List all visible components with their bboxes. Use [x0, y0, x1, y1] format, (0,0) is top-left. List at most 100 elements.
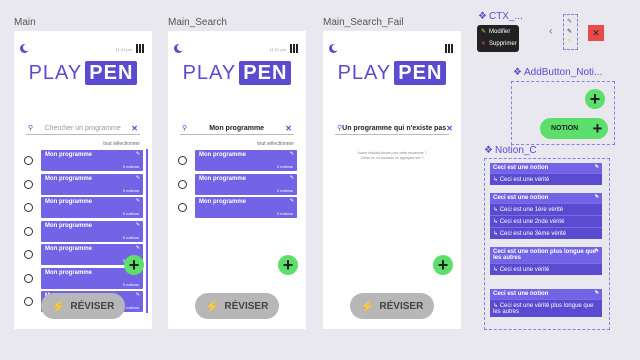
- logo: PLAY PEN: [323, 61, 461, 85]
- list-item[interactable]: Mon programme ✎ 0 notions: [176, 196, 300, 220]
- list-item[interactable]: Mon programme ✎ 0 notions: [22, 220, 146, 244]
- program-title: Mon programme: [45, 269, 93, 276]
- add-program-button[interactable]: +: [278, 255, 298, 275]
- pencil-icon[interactable]: ✎: [136, 175, 140, 181]
- search-input[interactable]: ⚲ Mon programme ✕: [180, 122, 294, 135]
- close-icon[interactable]: ✕: [588, 25, 604, 41]
- phone-main: 11:01 pm PLAY PEN ⚲ Chercher un programme…: [14, 31, 152, 329]
- select-all-link[interactable]: tout sélectionner: [257, 141, 294, 147]
- close-icon[interactable]: ✕: [446, 124, 453, 133]
- select-radio[interactable]: [24, 250, 33, 259]
- ctx-component-label: ❖ CTX_...: [478, 11, 523, 22]
- program-card[interactable]: Mon programme ✎ 0 notions: [195, 150, 297, 171]
- select-radio[interactable]: [24, 226, 33, 236]
- program-card[interactable]: Mon programme ✎ 0 notions: [41, 150, 143, 171]
- search-input[interactable]: ⚲ Chercher un programme ✕: [26, 122, 140, 135]
- pencil-icon[interactable]: ✎: [595, 164, 599, 170]
- list-item[interactable]: Mon programme ✎ 0 notions: [176, 149, 300, 173]
- program-title: Mon programme: [45, 152, 93, 158]
- program-title: Mon programme: [45, 175, 93, 182]
- pencil-icon[interactable]: ✎: [136, 245, 140, 251]
- frame-label-fail: Main_Search_Fail: [323, 17, 404, 28]
- context-menu: ✎ Modifier ✕ Supprimer: [477, 25, 519, 52]
- notion-count: 0 notions: [276, 211, 293, 216]
- select-radio[interactable]: [24, 297, 33, 306]
- select-radio[interactable]: [24, 179, 33, 189]
- chevron-left-icon[interactable]: ‹: [549, 26, 552, 37]
- qr-icon[interactable]: [445, 44, 454, 53]
- pencil-icon[interactable]: ✎: [290, 175, 294, 181]
- pencil-icon[interactable]: ✎: [595, 194, 599, 200]
- close-icon: ✕: [481, 41, 487, 47]
- list-item[interactable]: Mon programme ✎ 0 notions: [176, 173, 300, 197]
- select-radio[interactable]: [24, 273, 33, 283]
- add-program-button[interactable]: +: [124, 255, 144, 275]
- add-notion-labeled-button[interactable]: NOTION +: [540, 118, 608, 139]
- notion-count: 0 notions: [122, 281, 139, 287]
- notion-card[interactable]: Ceci est une notion ✎ ↳ Ceci est une vérit…: [490, 289, 602, 317]
- program-card[interactable]: Mon programme ✎ 0 notions: [41, 173, 143, 195]
- list-item[interactable]: Mon programme ✎ 0 notions: [22, 196, 146, 220]
- review-button[interactable]: ⚡ RÉVISER: [350, 293, 434, 319]
- pencil-icon[interactable]: ✎: [136, 198, 140, 204]
- notion-title: Ceci est une notion ✎: [490, 289, 602, 299]
- select-radio[interactable]: [178, 156, 187, 165]
- pencil-icon[interactable]: ✎: [567, 28, 572, 35]
- review-button[interactable]: ⚡ RÉVISER: [195, 293, 279, 319]
- program-list: Mon programme ✎ 0 notions Mon programme ✎ 0 n…: [176, 149, 300, 220]
- bolt-icon: ⚡: [205, 300, 220, 313]
- pencil-icon[interactable]: ✎: [136, 292, 140, 298]
- empty-message: Aucun résultat trouvé pour cette recherc…: [357, 151, 427, 160]
- close-icon[interactable]: ✕: [131, 124, 138, 133]
- list-item[interactable]: Mon programme ✎ 0 notions: [22, 149, 146, 173]
- moon-icon[interactable]: [177, 44, 184, 51]
- moon-icon[interactable]: [332, 44, 339, 51]
- program-card[interactable]: Mon programme ✎ 0 notions: [195, 173, 297, 195]
- delete-menu-item[interactable]: ✕ Supprimer: [481, 40, 517, 48]
- truth-item: ↳ Ceci est une 3ème vérité: [490, 227, 602, 239]
- scrollbar[interactable]: [146, 149, 148, 313]
- truth-item: ↳ Ceci est une 2nde vérité: [490, 215, 602, 227]
- select-radio[interactable]: [24, 156, 33, 165]
- qr-icon[interactable]: [290, 44, 299, 53]
- pencil-icon[interactable]: ✎: [595, 248, 599, 254]
- select-radio[interactable]: [178, 203, 187, 212]
- program-title: Mon programme: [199, 175, 247, 182]
- list-item[interactable]: Mon programme ✎ 0 notions: [22, 173, 146, 197]
- pencil-icon[interactable]: ✎: [290, 151, 294, 157]
- search-input[interactable]: ⚲ Un programme qui n'existe pas ✕: [335, 122, 453, 135]
- notion-title: Ceci est une notion plus longue que les …: [490, 247, 602, 263]
- pencil-icon[interactable]: ✎: [567, 38, 572, 45]
- program-card[interactable]: Mon programme ✎ 0 notions: [195, 197, 297, 218]
- modify-menu-item[interactable]: ✎ Modifier: [481, 28, 510, 36]
- qr-icon[interactable]: [136, 44, 145, 53]
- frame-label-main: Main: [14, 17, 36, 28]
- pencil-icon[interactable]: ✎: [290, 198, 294, 204]
- notion-count: 0 notions: [122, 211, 139, 216]
- notion-count: 0 notions: [122, 164, 139, 169]
- select-radio[interactable]: [178, 179, 187, 189]
- select-radio[interactable]: [24, 203, 33, 212]
- pencil-icon[interactable]: ✎: [136, 222, 140, 228]
- notion-card[interactable]: Ceci est une notion plus longue que les …: [490, 247, 602, 275]
- notion-card[interactable]: Ceci est une notion ✎ ↳ Ceci est une 1ère …: [490, 193, 602, 239]
- program-card[interactable]: Mon programme ✎ 0 notions: [41, 220, 143, 242]
- truth-item: ↳ Ceci est une vérité plus longue que le…: [490, 299, 602, 317]
- add-program-button[interactable]: +: [433, 255, 453, 275]
- truth-item: ↳ Ceci est une vérité: [490, 173, 602, 185]
- program-card[interactable]: Mon programme ✎ 0 notions: [41, 197, 143, 218]
- program-title: Mon programme: [45, 246, 93, 252]
- add-notion-button[interactable]: +: [585, 89, 605, 109]
- bolt-icon: ⚡: [360, 300, 375, 313]
- moon-icon[interactable]: [23, 44, 30, 51]
- notion-card[interactable]: Ceci est une notion ✎ ↳ Ceci est une vérit…: [490, 163, 602, 185]
- notion-title: Ceci est une notion ✎: [490, 193, 602, 203]
- select-all-link[interactable]: tout sélectionner: [103, 141, 140, 147]
- review-button[interactable]: ⚡ RÉVISER: [41, 293, 125, 319]
- notion-count: 0 notions: [122, 234, 139, 240]
- pencil-icon[interactable]: ✎: [595, 290, 599, 296]
- pencil-icon[interactable]: ✎: [567, 18, 572, 25]
- close-icon[interactable]: ✕: [285, 124, 292, 133]
- pencil-icon[interactable]: ✎: [136, 151, 140, 157]
- notion-count: 0 notions: [276, 187, 293, 193]
